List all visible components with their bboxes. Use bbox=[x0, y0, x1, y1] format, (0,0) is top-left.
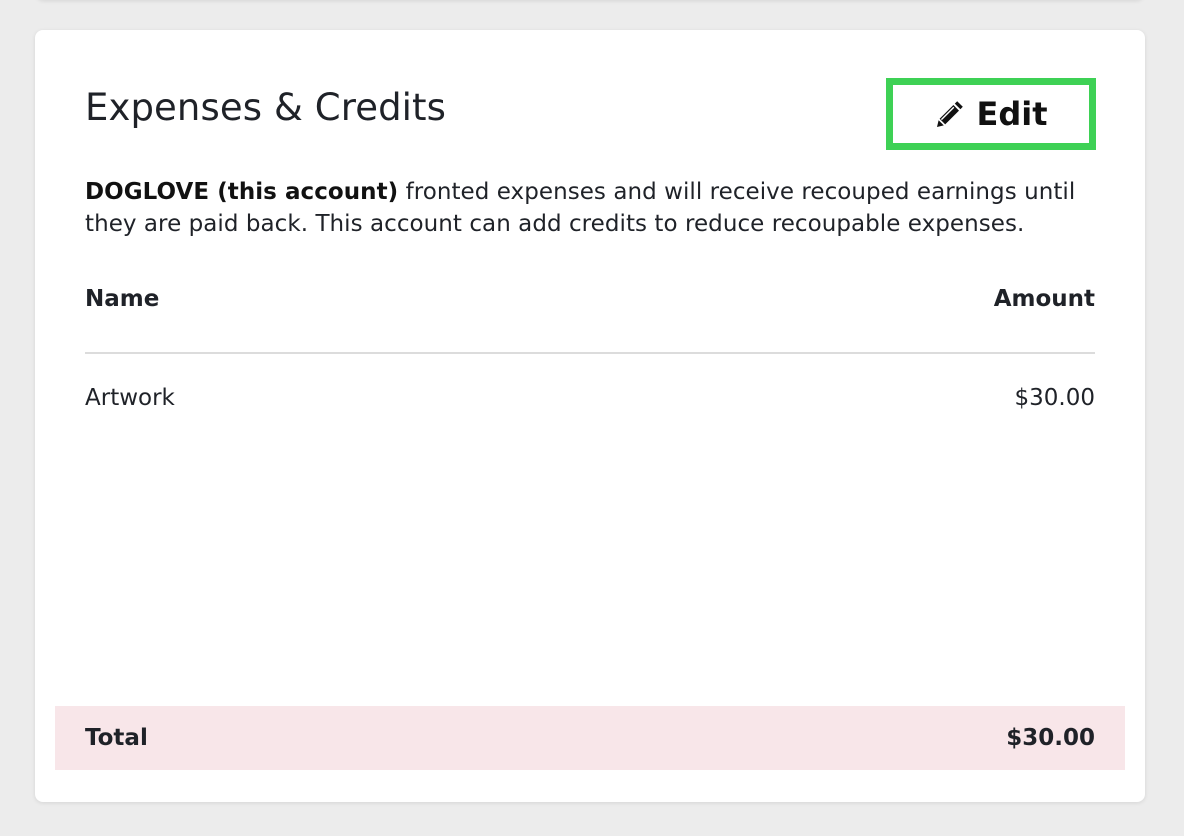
description: DOGLOVE (this account) fronted expenses … bbox=[85, 176, 1105, 240]
pencil-icon bbox=[937, 101, 964, 127]
edit-button-label: Edit bbox=[976, 95, 1048, 133]
expenses-credits-card: Expenses & Credits Edit DOGLOVE (this ac… bbox=[35, 30, 1145, 802]
edit-button[interactable]: Edit bbox=[886, 78, 1096, 150]
table-header: Name Amount bbox=[85, 286, 1095, 312]
total-row: Total $30.00 bbox=[55, 706, 1125, 770]
account-owner: DOGLOVE (this account) bbox=[85, 179, 399, 205]
column-name-header: Name bbox=[85, 286, 160, 312]
column-amount-header: Amount bbox=[993, 286, 1095, 312]
table-divider bbox=[85, 352, 1095, 354]
total-amount: $30.00 bbox=[1006, 725, 1095, 751]
table-row: Artwork $30.00 bbox=[85, 385, 1095, 411]
row-amount: $30.00 bbox=[1014, 385, 1095, 411]
total-label: Total bbox=[85, 725, 148, 751]
row-name: Artwork bbox=[85, 385, 175, 411]
card-title: Expenses & Credits bbox=[85, 86, 447, 129]
